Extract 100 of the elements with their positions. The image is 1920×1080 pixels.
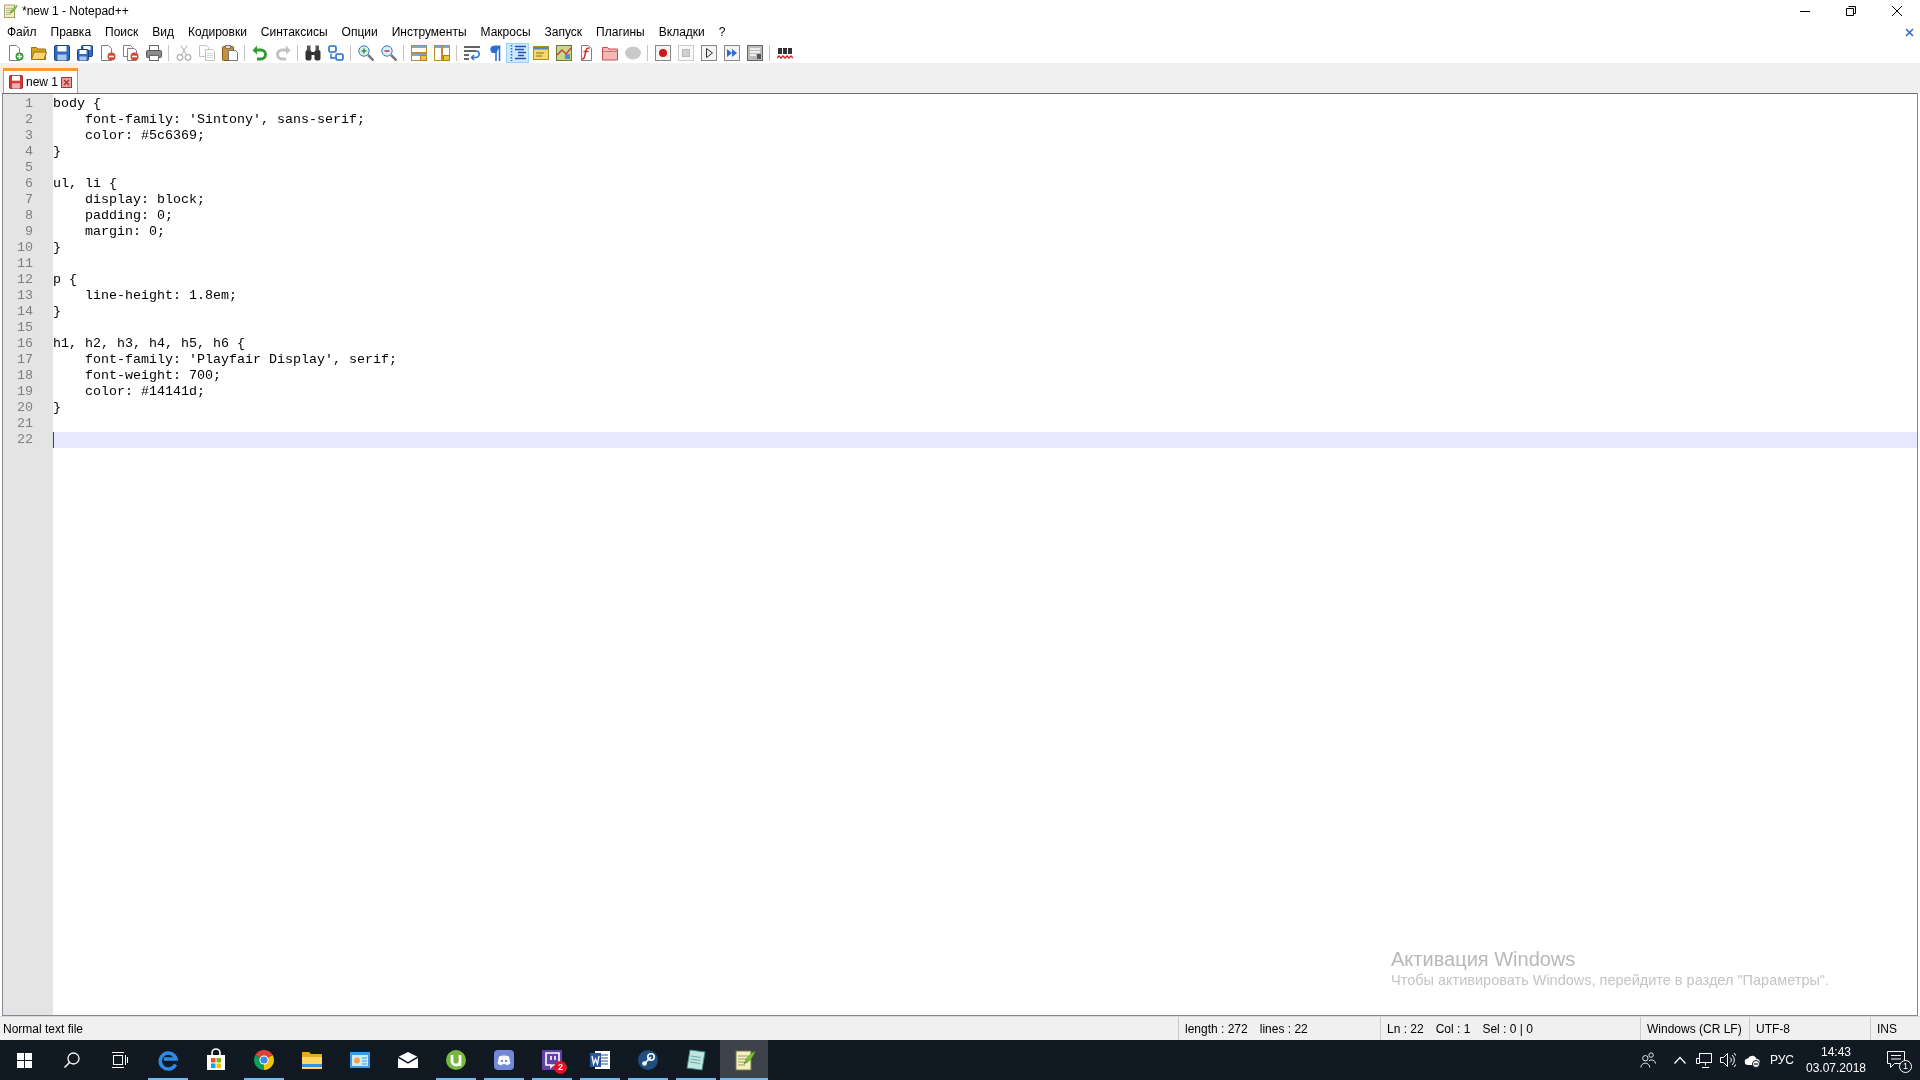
- code-line: padding: 0;: [84, 208, 173, 224]
- notepad-icon: [732, 1048, 756, 1072]
- line-number: 19: [17, 384, 33, 400]
- scissors-icon: [175, 45, 192, 61]
- notification-icon: [1887, 1051, 1905, 1069]
- close-icon: [1904, 27, 1914, 37]
- line-number: 9: [25, 224, 33, 240]
- menu-item[interactable]: Синтаксисы: [253, 22, 335, 42]
- restore-icon: [1846, 5, 1856, 16]
- language-indicator[interactable]: РУС: [1764, 1040, 1800, 1080]
- menu-item[interactable]: Плагины: [589, 22, 652, 42]
- document-tab[interactable]: new 1: [3, 68, 79, 93]
- code-line: font-weight: 700;: [84, 368, 221, 384]
- line-number: 3: [25, 128, 33, 144]
- speech-box-icon: [540, 1048, 564, 1072]
- menu-item[interactable]: Поиск: [98, 22, 146, 42]
- line-number: 18: [17, 368, 33, 384]
- close-icon: [1892, 5, 1902, 16]
- menu-item[interactable]: Кодировки: [181, 22, 254, 42]
- notification-button[interactable]: 1: [1872, 1040, 1920, 1080]
- task-view-icon: [112, 1052, 128, 1068]
- binoculars-icon: [304, 45, 321, 61]
- code-line: }: [53, 304, 61, 320]
- line-number: 21: [17, 416, 33, 432]
- people-icon: [1640, 1052, 1656, 1068]
- line-number: 11: [17, 256, 33, 272]
- shopping-bag-icon: [204, 1048, 228, 1072]
- code-line: font-family: 'Playfair Display', serif;: [84, 352, 397, 368]
- line-number: 1: [25, 96, 33, 112]
- zoom-in-icon: [357, 45, 374, 61]
- line-number: 16: [17, 336, 33, 352]
- code-line: }: [53, 144, 61, 160]
- status-text: length : 272: [1185, 1021, 1248, 1036]
- notepad-icon: [2, 2, 18, 19]
- open-folder-icon: [30, 45, 47, 61]
- code-line: body {: [53, 96, 101, 112]
- close-document-button[interactable]: [1903, 25, 1915, 39]
- menu-item[interactable]: Опции: [334, 22, 385, 42]
- toolbar-button[interactable]: [506, 43, 529, 63]
- menu-item[interactable]: Запуск: [537, 22, 590, 42]
- line-number: 17: [17, 352, 33, 368]
- taskbar-button[interactable]: 2: [528, 1040, 576, 1080]
- activation-message: Чтобы активировать Windows, перейдите в раздел "Параметры".: [1391, 971, 1830, 989]
- menu-item[interactable]: Вкладки: [651, 22, 712, 42]
- linked-squares-icon: [327, 45, 344, 61]
- line-number: 6: [25, 176, 33, 192]
- chevron-up-icon: [1674, 1054, 1686, 1066]
- line-ending-label: Windows (CR LF): [1647, 1021, 1742, 1036]
- stop-icon: [677, 45, 694, 61]
- code-line: }: [53, 400, 61, 416]
- notification-count: 1: [1899, 1060, 1912, 1073]
- code-line: display: block;: [84, 192, 205, 208]
- status-text: lines : 22: [1259, 1021, 1308, 1036]
- code-line: ul, li {: [53, 176, 117, 192]
- activation-title: Активация Windows: [1391, 947, 1577, 971]
- window-panel-icon: [532, 45, 549, 61]
- search-icon: [64, 1052, 80, 1068]
- zoom-out-icon: [380, 45, 397, 61]
- menu-item[interactable]: Инструменты: [384, 22, 474, 42]
- network-icon: [1696, 1052, 1712, 1068]
- line-number: 15: [17, 320, 33, 336]
- taskbar-button[interactable]: [720, 1040, 768, 1080]
- clock-time[interactable]: 14:43: [1821, 1044, 1851, 1060]
- line-number: 5: [25, 160, 33, 176]
- close-icon[interactable]: [61, 76, 73, 88]
- line-number: 10: [17, 240, 33, 256]
- u-logo-icon: [444, 1048, 468, 1072]
- e-logo-icon: [156, 1048, 180, 1072]
- line-number: 14: [17, 304, 33, 320]
- code-line: line-height: 1.8em;: [84, 288, 237, 304]
- status-text: Col : 1: [1435, 1021, 1471, 1036]
- line-number: 4: [25, 144, 33, 160]
- encoding-label: UTF-8: [1756, 1021, 1790, 1036]
- indented-lines-icon: [509, 45, 526, 61]
- redo-arrow-icon: [274, 45, 291, 61]
- round-logo-icon: [252, 1048, 276, 1072]
- menu-item[interactable]: ?: [711, 22, 733, 42]
- folder-icon: [601, 45, 618, 61]
- line-number: 12: [17, 272, 33, 288]
- code-line: color: #5c6369;: [84, 128, 205, 144]
- undo-arrow-icon: [251, 45, 268, 61]
- volume-icon: [1720, 1052, 1736, 1068]
- clock-date[interactable]: 03.07.2018: [1805, 1060, 1867, 1076]
- insert-mode-label: INS: [1877, 1021, 1897, 1036]
- status-text: Sel : 0 | 0: [1482, 1021, 1533, 1036]
- window-title: *new 1 - Notepad++: [22, 3, 129, 18]
- line-number: 2: [25, 112, 33, 128]
- code-line: h1, h2, h3, h4, h5, h6 {: [53, 336, 245, 352]
- text-cursor: [53, 432, 54, 448]
- line-number: 22: [17, 432, 33, 448]
- menu-item[interactable]: Правка: [43, 22, 99, 42]
- menu-item[interactable]: Файл: [0, 22, 44, 42]
- spell-check-icon: [776, 45, 793, 61]
- menu-item[interactable]: Макросы: [473, 22, 538, 42]
- menu-item[interactable]: Вид: [145, 22, 182, 42]
- notebook-icon: [684, 1048, 708, 1072]
- copy-icon: [198, 45, 215, 61]
- file-type-label: Normal text file: [3, 1021, 84, 1036]
- word-wrap-icon: [463, 45, 480, 61]
- code-line: color: #14141d;: [84, 384, 205, 400]
